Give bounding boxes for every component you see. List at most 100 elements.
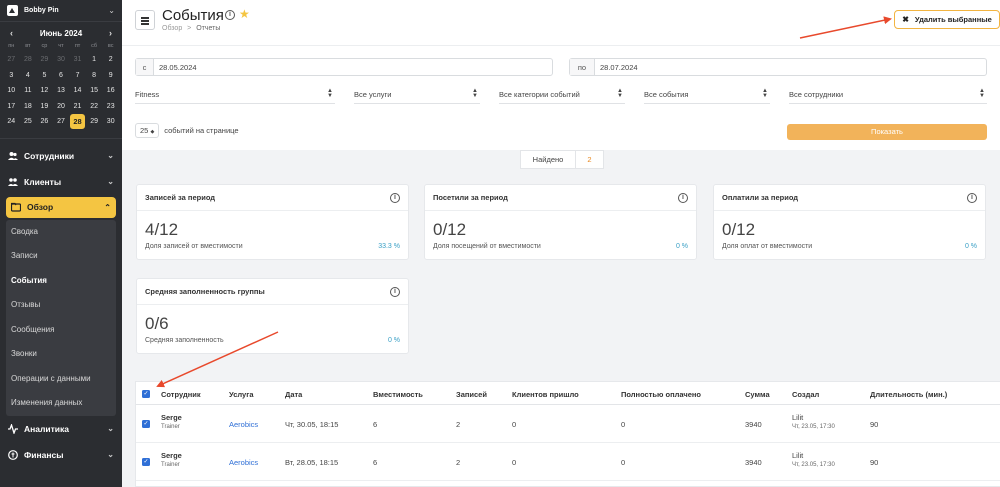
calendar-day[interactable]: 28 bbox=[20, 52, 37, 68]
events-select[interactable]: Все события ▲ ▼ bbox=[644, 86, 770, 104]
submenu-item[interactable]: Отзывы bbox=[6, 293, 116, 318]
calendar-day[interactable]: 12 bbox=[36, 83, 53, 99]
nav-employees[interactable]: Сотрудники ⌄ bbox=[0, 143, 122, 169]
nav-overview[interactable]: Обзор ⌃ bbox=[6, 196, 116, 218]
breadcrumb: Обзор > Отчеты bbox=[162, 25, 220, 32]
calendar-day[interactable]: 26 bbox=[36, 114, 53, 130]
calendar-day[interactable]: 23 bbox=[102, 99, 119, 115]
table-row[interactable]: ✓ Serge Trainer Aerobics Чт, 30.05, 18:15 6 2 0… bbox=[136, 405, 1000, 443]
cell-paid: 0 bbox=[621, 420, 626, 429]
calendar-day[interactable]: 7 bbox=[69, 68, 86, 84]
calendar-weekday: вт bbox=[25, 43, 31, 49]
calendar-day[interactable]: 22 bbox=[86, 99, 103, 115]
creator-name: Lilit bbox=[792, 451, 804, 460]
breadcrumb-separator: > bbox=[187, 25, 192, 32]
cell-service[interactable]: Aerobics bbox=[229, 420, 258, 429]
calendar-day[interactable]: 2 bbox=[102, 52, 119, 68]
found-count: 2 bbox=[587, 155, 592, 164]
cell-service[interactable]: Aerobics bbox=[229, 458, 258, 467]
calendar-weekday: пн bbox=[8, 43, 15, 49]
employee-role: Trainer bbox=[161, 424, 180, 430]
date-to-field[interactable]: по 28.07.2024 bbox=[569, 58, 987, 76]
account-switcher[interactable]: Bobby Pin ⌄ bbox=[0, 0, 122, 22]
info-icon[interactable]: i bbox=[390, 192, 400, 203]
calendar-day[interactable]: 11 bbox=[20, 83, 37, 99]
account-name: Bobby Pin bbox=[24, 7, 59, 14]
page-header: События i ★ Обзор > Отчеты ✖ Удалить выб… bbox=[122, 0, 1000, 45]
calendar-day[interactable]: 21 bbox=[69, 99, 86, 115]
calendar-day[interactable]: 30 bbox=[53, 52, 70, 68]
calendar-day[interactable]: 17 bbox=[3, 99, 20, 115]
nav-finance[interactable]: Финансы ⌄ bbox=[0, 442, 122, 468]
sort-arrows-icon: ▲ ▼ bbox=[617, 88, 623, 99]
calendar-day[interactable]: 16 bbox=[102, 83, 119, 99]
employees-select[interactable]: Все сотрудники ▲ ▼ bbox=[789, 86, 987, 104]
calendar-prev-button[interactable]: ‹ bbox=[10, 28, 13, 38]
submenu-item[interactable]: Сводка bbox=[6, 220, 116, 245]
info-icon[interactable]: i bbox=[967, 192, 977, 203]
cell-records: 2 bbox=[456, 420, 461, 429]
info-icon[interactable]: i bbox=[390, 286, 400, 297]
submenu-item[interactable]: Записи bbox=[6, 244, 116, 269]
cell-date: Вт, 28.05, 18:15 bbox=[285, 458, 339, 467]
date-to-value: 28.07.2024 bbox=[600, 62, 638, 72]
main-content: События i ★ Обзор > Отчеты ✖ Удалить выб… bbox=[122, 0, 1000, 487]
date-from-field[interactable]: с 28.05.2024 bbox=[135, 58, 553, 76]
calendar-day[interactable]: 20 bbox=[53, 99, 70, 115]
cell-came: 0 bbox=[512, 458, 517, 467]
calendar-day[interactable]: 29 bbox=[36, 52, 53, 68]
per-page-select[interactable]: 25 ◆ bbox=[135, 123, 160, 138]
calendar-day[interactable]: 9 bbox=[102, 68, 119, 84]
submenu-item[interactable]: Операции с данными bbox=[6, 367, 116, 392]
breadcrumb-root[interactable]: Обзор bbox=[162, 25, 182, 32]
breadcrumb-current: Отчеты bbox=[196, 25, 221, 32]
select-all-checkbox[interactable]: ✓ bbox=[142, 390, 150, 398]
info-icon[interactable]: i bbox=[225, 10, 235, 20]
submenu-item[interactable]: Сообщения bbox=[6, 318, 116, 343]
calendar-day[interactable]: 13 bbox=[53, 83, 70, 99]
menu-toggle-button[interactable] bbox=[135, 10, 155, 30]
row-checkbox[interactable]: ✓ bbox=[142, 420, 150, 428]
calendar-day[interactable]: 15 bbox=[86, 83, 103, 99]
calendar-day[interactable]: 14 bbox=[69, 83, 86, 99]
nav-analytics[interactable]: Аналитика ⌄ bbox=[0, 416, 122, 442]
calendar-day[interactable]: 3 bbox=[3, 68, 20, 84]
calendar-day[interactable]: 1 bbox=[86, 52, 103, 68]
chevron-down-icon: ⌄ bbox=[107, 151, 114, 160]
calendar-day-today[interactable]: 28 bbox=[69, 114, 86, 130]
calendar-day[interactable]: 4 bbox=[20, 68, 37, 84]
stat-card-avg-fill: Средняя заполненность группы i 0/6 Средня… bbox=[136, 278, 409, 354]
calendar-weekday: вс bbox=[107, 43, 114, 49]
calendar-day[interactable]: 31 bbox=[69, 52, 86, 68]
submenu-item[interactable]: События bbox=[6, 269, 116, 294]
calendar-day[interactable]: 27 bbox=[3, 52, 20, 68]
submenu-item[interactable]: Изменения данных bbox=[6, 391, 116, 416]
table-row[interactable]: ✓ Serge Trainer Aerobics Вт, 28.05, 18:15 6 2 0… bbox=[136, 443, 1000, 481]
star-icon[interactable]: ★ bbox=[239, 7, 250, 21]
calendar-day[interactable]: 10 bbox=[3, 83, 20, 99]
calendar-day[interactable]: 18 bbox=[20, 99, 37, 115]
nav-clients[interactable]: Клиенты ⌄ bbox=[0, 169, 122, 195]
delete-selected-button[interactable]: ✖ Удалить выбранные bbox=[894, 10, 1000, 29]
calendar-day[interactable]: 5 bbox=[36, 68, 53, 84]
calendar-day[interactable]: 6 bbox=[53, 68, 70, 84]
calendar-day[interactable]: 27 bbox=[53, 114, 70, 130]
submenu-item[interactable]: Звонки bbox=[6, 342, 116, 367]
show-button[interactable]: Показать bbox=[787, 124, 987, 140]
info-icon[interactable]: i bbox=[678, 192, 688, 203]
calendar-day[interactable]: 30 bbox=[102, 114, 119, 130]
services-select[interactable]: Все услуги ▲ ▼ bbox=[354, 86, 480, 104]
calendar-weekday: пт bbox=[74, 43, 81, 49]
event-category-select[interactable]: Все категории событий ▲ ▼ bbox=[499, 86, 625, 104]
calendar-weekday: ср bbox=[41, 43, 48, 49]
row-checkbox[interactable]: ✓ bbox=[142, 458, 150, 466]
calendar-next-button[interactable]: › bbox=[109, 28, 112, 38]
calendar-day[interactable]: 19 bbox=[36, 99, 53, 115]
calendar-day[interactable]: 8 bbox=[86, 68, 103, 84]
chevron-down-icon: ⌄ bbox=[107, 177, 114, 186]
company-select[interactable]: Fitness ▲ ▼ bbox=[135, 86, 335, 104]
calendar-day[interactable]: 25 bbox=[20, 114, 37, 130]
calendar-day[interactable]: 24 bbox=[3, 114, 20, 130]
calendar-day[interactable]: 29 bbox=[86, 114, 103, 130]
calendar-days: 27 28 29 30 31 1 2 3 4 5 6 7 8 9 10 11 12 13 14 15 16 17 18 19 2… bbox=[3, 52, 119, 130]
